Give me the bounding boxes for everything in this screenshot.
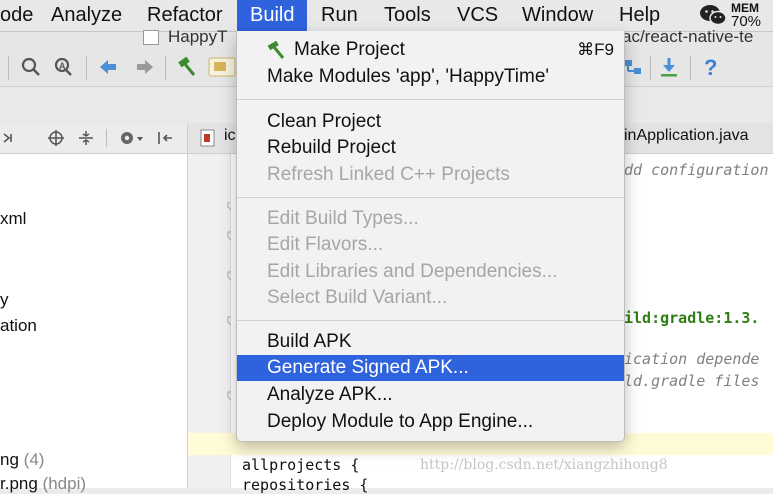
wechat-icon[interactable] — [699, 4, 727, 26]
rebuild-project-label: Rebuild Project — [267, 137, 396, 158]
code-line-gradle-plugin: ild:gradle:1.3. — [624, 309, 760, 327]
toolbar-separator — [165, 56, 166, 80]
hammer-icon[interactable] — [176, 56, 198, 78]
tree-item-density: (hdpi) — [42, 474, 87, 493]
build-apk-label: Build APK — [267, 331, 352, 352]
code-line-comment-config: dd configuration — [624, 161, 769, 179]
find-replace-icon[interactable]: A — [52, 56, 74, 78]
code-line-allprojects: allprojects { — [242, 456, 360, 474]
tree-item-count: (4) — [23, 450, 45, 469]
memory-indicator: MEM 70% — [731, 2, 771, 30]
menu-separator — [237, 320, 624, 321]
menu-item-build-apk[interactable]: Build APK — [237, 329, 624, 355]
tree-item-icon-label: r.png — [0, 474, 38, 493]
toolbar-separator — [86, 56, 87, 80]
tree-item-y[interactable]: y — [0, 290, 9, 310]
menu-window[interactable]: Window — [522, 0, 593, 31]
search-icon[interactable] — [20, 56, 42, 78]
menu-item-edit-flavors: Edit Flavors... — [237, 232, 624, 258]
hammer-icon — [267, 41, 285, 59]
run-config-icon[interactable] — [208, 56, 236, 78]
edit-libraries-label: Edit Libraries and Dependencies... — [267, 261, 558, 282]
target-icon[interactable] — [47, 129, 65, 147]
hide-panel-icon[interactable] — [156, 129, 174, 147]
menu-run[interactable]: Run — [321, 0, 358, 31]
panel-separator — [106, 129, 107, 147]
select-variant-label: Select Build Variant... — [267, 287, 448, 308]
deploy-module-label: Deploy Module to App Engine... — [267, 411, 534, 432]
menu-item-deploy-module[interactable]: Deploy Module to App Engine... — [237, 409, 624, 435]
menu-vcs[interactable]: VCS — [457, 0, 498, 31]
menu-code[interactable]: ode — [0, 0, 33, 31]
svg-text:?: ? — [704, 56, 717, 78]
back-arrow-icon[interactable] — [97, 56, 119, 78]
code-line-comment-dependencies: ication depende — [624, 350, 760, 368]
analyze-apk-label: Analyze APK... — [267, 384, 393, 405]
tab-first[interactable]: ic — [224, 127, 236, 145]
build-menu-dropdown: Make Project ⌘F9 Make Modules 'app', 'Ha… — [236, 31, 625, 442]
menu-item-generate-signed-apk[interactable]: Generate Signed APK... — [237, 355, 624, 381]
edit-build-types-label: Edit Build Types... — [267, 208, 419, 229]
code-line-repositories: repositories { — [242, 476, 369, 494]
menu-item-edit-libraries: Edit Libraries and Dependencies... — [237, 259, 624, 285]
menu-item-analyze-apk[interactable]: Analyze APK... — [237, 382, 624, 408]
download-icon[interactable] — [658, 56, 680, 78]
menu-item-clean-project[interactable]: Clean Project — [237, 109, 624, 135]
code-line-comment-gradle-files: ld.gradle files — [624, 372, 760, 390]
toolbar-separator — [650, 56, 651, 80]
generate-signed-apk-label: Generate Signed APK... — [267, 357, 469, 378]
menu-tools[interactable]: Tools — [384, 0, 431, 31]
project-panel-header — [0, 123, 188, 154]
refresh-linked-label: Refresh Linked C++ Projects — [267, 164, 510, 185]
toolbar-separator — [690, 56, 691, 80]
make-project-shortcut: ⌘F9 — [577, 40, 614, 59]
menu-item-make-project[interactable]: Make Project ⌘F9 — [237, 37, 624, 63]
watermark: http://blog.csdn.net/xiangzhihong8 — [420, 457, 668, 473]
svg-text:A: A — [59, 61, 66, 71]
tree-item-mipmap[interactable]: ng (4) — [0, 450, 44, 470]
menu-build[interactable]: Build — [237, 0, 308, 31]
window-title-right: ac/react-native-te — [622, 27, 754, 46]
menu-item-refresh-linked-cpp: Refresh Linked C++ Projects — [237, 162, 624, 188]
java-file-icon — [200, 129, 215, 147]
make-project-label: Make Project — [294, 39, 405, 60]
collapse-all-icon[interactable] — [78, 129, 94, 147]
menu-item-make-modules[interactable]: Make Modules 'app', 'HappyTime' — [237, 64, 624, 90]
window-title-left: HappyT — [168, 27, 228, 46]
tree-item-icon-png[interactable]: r.png (hdpi) — [0, 474, 86, 494]
menu-item-select-build-variant: Select Build Variant... — [237, 285, 624, 311]
gear-icon[interactable] — [118, 129, 144, 147]
tree-item-application[interactable]: ation — [0, 316, 37, 336]
project-tree: xml y ation ng (4) r.png (hdpi) — [0, 154, 188, 493]
menu-analyze[interactable]: Analyze — [51, 0, 122, 31]
toolbar-separator — [8, 56, 9, 80]
edit-flavors-label: Edit Flavors... — [267, 234, 384, 255]
tab-main-application[interactable]: inApplication.java — [624, 127, 749, 145]
menu-separator — [237, 99, 624, 100]
help-icon[interactable]: ? — [700, 56, 722, 78]
structure-icon[interactable] — [622, 56, 644, 78]
menu-item-rebuild-project[interactable]: Rebuild Project — [237, 135, 624, 161]
tree-item-mipmap-label: ng — [0, 450, 19, 469]
document-icon — [143, 30, 159, 45]
tree-item-xml[interactable]: xml — [0, 209, 26, 229]
make-modules-label: Make Modules 'app', 'HappyTime' — [267, 66, 550, 87]
menu-separator — [237, 197, 624, 198]
chevron-expand-icon[interactable] — [2, 131, 16, 145]
forward-arrow-icon[interactable] — [134, 56, 156, 78]
menu-item-edit-build-types: Edit Build Types... — [237, 206, 624, 232]
clean-project-label: Clean Project — [267, 111, 382, 132]
